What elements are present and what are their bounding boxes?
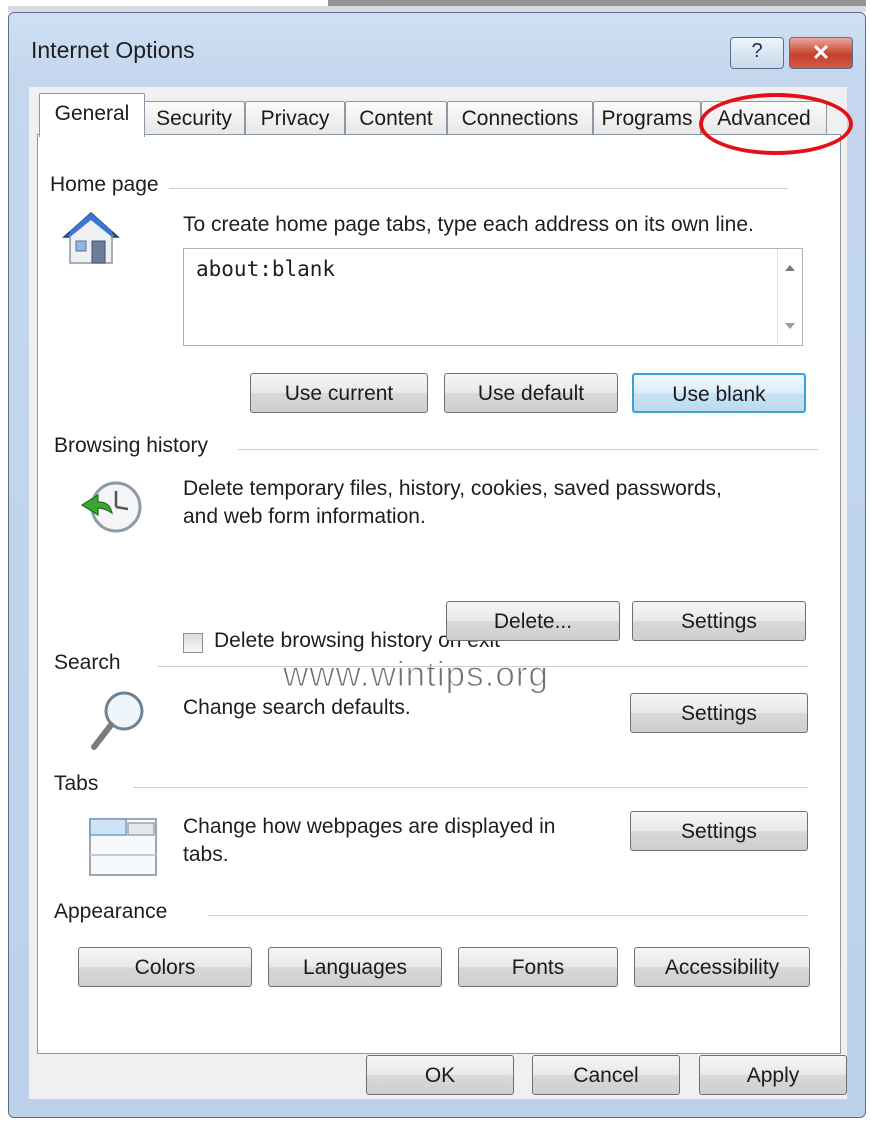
house-icon xyxy=(60,207,122,269)
window-title: Internet Options xyxy=(31,37,195,63)
advanced-tab-highlight-circle xyxy=(699,93,853,155)
search-legend: Search xyxy=(54,651,131,675)
title-bar[interactable]: Internet Options ? ✕ xyxy=(9,13,865,73)
home-page-instruction: To create home page tabs, type each addr… xyxy=(183,213,754,236)
tab-general[interactable]: General xyxy=(39,93,145,137)
tabs-divider xyxy=(133,787,808,788)
tab-connections[interactable]: Connections xyxy=(447,101,593,136)
home-page-divider xyxy=(168,188,788,189)
tabs-description-line2: tabs. xyxy=(183,843,229,866)
tab-strip: General Security Privacy Content Connect… xyxy=(39,93,853,155)
dialog-client-area: General Security Privacy Content Connect… xyxy=(29,87,853,1099)
home-page-address-textarea[interactable]: about:blank xyxy=(183,248,803,346)
home-page-address-value: about:blank xyxy=(196,257,336,281)
close-icon: ✕ xyxy=(811,40,831,65)
fonts-button[interactable]: Fonts xyxy=(458,947,618,987)
cancel-button[interactable]: Cancel xyxy=(532,1055,680,1095)
tab-privacy[interactable]: Privacy xyxy=(245,101,345,136)
search-divider xyxy=(158,666,808,667)
appearance-legend: Appearance xyxy=(54,900,178,924)
watermark-text: www.wintips.org xyxy=(283,655,549,695)
languages-button[interactable]: Languages xyxy=(268,947,442,987)
ok-button[interactable]: OK xyxy=(366,1055,514,1095)
browsing-history-description-line2: and web form information. xyxy=(183,505,426,528)
search-description: Change search defaults. xyxy=(183,696,411,719)
use-blank-button[interactable]: Use blank xyxy=(632,373,806,413)
delete-history-button[interactable]: Delete... xyxy=(446,601,620,641)
history-clock-icon xyxy=(78,475,144,537)
tab-programs[interactable]: Programs xyxy=(593,101,701,136)
tabs-legend: Tabs xyxy=(54,772,109,796)
help-icon: ? xyxy=(751,40,763,62)
general-tab-panel: Home page To create home page tabs, type… xyxy=(37,134,841,1054)
home-page-scrollbar[interactable] xyxy=(777,249,802,345)
home-page-legend: Home page xyxy=(50,173,169,197)
magnifier-icon xyxy=(86,687,148,755)
tab-security[interactable]: Security xyxy=(143,101,245,136)
apply-button[interactable]: Apply xyxy=(699,1055,847,1095)
search-settings-button[interactable]: Settings xyxy=(630,693,808,733)
browsing-history-divider xyxy=(238,449,818,450)
close-button[interactable]: ✕ xyxy=(789,37,853,69)
scroll-up-arrow-icon[interactable] xyxy=(785,265,795,271)
appearance-divider xyxy=(208,915,808,916)
tab-content[interactable]: Content xyxy=(345,101,447,136)
browsing-history-legend: Browsing history xyxy=(54,434,219,458)
accessibility-button[interactable]: Accessibility xyxy=(634,947,810,987)
tabs-description-line1: Change how webpages are displayed in xyxy=(183,815,556,838)
tabs-settings-button[interactable]: Settings xyxy=(630,811,808,851)
internet-options-dialog: Internet Options ? ✕ General Security Pr… xyxy=(8,12,866,1118)
use-default-button[interactable]: Use default xyxy=(444,373,618,413)
delete-history-on-exit-checkbox[interactable] xyxy=(183,633,203,653)
history-settings-button[interactable]: Settings xyxy=(632,601,806,641)
colors-button[interactable]: Colors xyxy=(78,947,252,987)
browsing-history-description-line1: Delete temporary files, history, cookies… xyxy=(183,477,722,500)
use-current-button[interactable]: Use current xyxy=(250,373,428,413)
scroll-down-arrow-icon[interactable] xyxy=(785,323,795,329)
tabs-icon xyxy=(88,815,158,877)
help-button[interactable]: ? xyxy=(730,37,784,69)
